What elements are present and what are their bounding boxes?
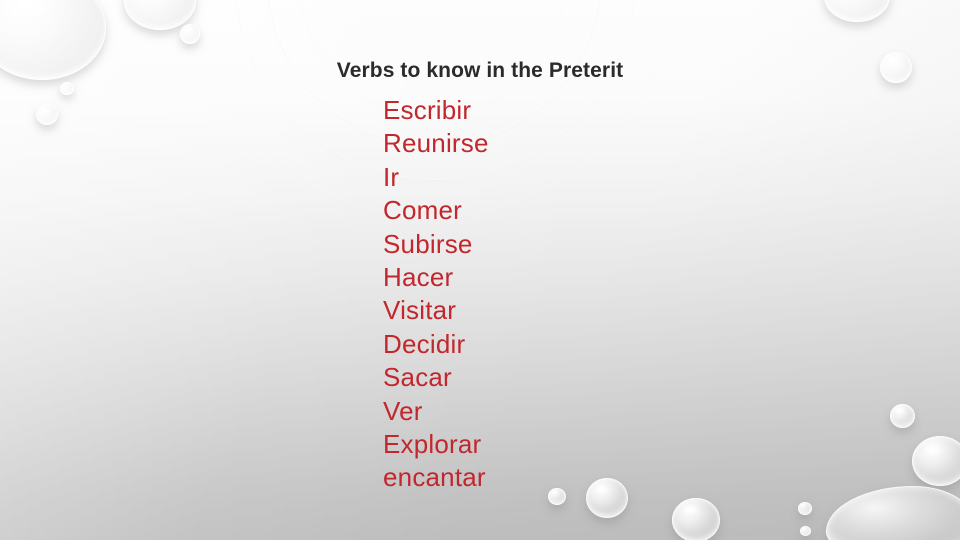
droplet-medium-bottomcenter <box>586 478 628 518</box>
droplet-small-bottomcenter <box>548 488 566 505</box>
list-item: Sacar <box>383 362 452 393</box>
list-item: Explorar <box>383 429 482 460</box>
list-item: Ver <box>383 395 423 426</box>
verb-list: Escribir Reunirse Ir Comer Subirse Hacer… <box>383 94 489 495</box>
list-item: Visitar <box>383 295 457 326</box>
droplet-tiny-left <box>36 104 58 125</box>
droplet-large-bottomright <box>912 436 960 486</box>
list-item: Reunirse <box>383 128 489 159</box>
list-item: Escribir <box>383 95 472 125</box>
list-item: Hacer <box>383 262 454 293</box>
page-title: Verbs to know in the Preterit <box>336 59 624 83</box>
droplet-medium-topright <box>824 0 890 22</box>
list-item: Decidir <box>383 328 466 359</box>
list-item: Ir <box>383 161 400 192</box>
list-item: encantar <box>383 462 486 493</box>
droplet-small-rightmid <box>890 404 915 428</box>
list-item: Subirse <box>383 228 473 259</box>
droplet-tiny-bottomright <box>798 502 812 515</box>
list-item: Comer <box>383 195 463 226</box>
droplet-blob-bottomright <box>826 486 960 540</box>
droplet-small-topleft <box>180 24 200 44</box>
presentation-slide: Verbs to know in the Preterit Escribir R… <box>0 0 960 540</box>
droplet-medium-bottomright-center <box>672 498 720 540</box>
droplet-tiny-bottomright-2 <box>800 526 811 536</box>
